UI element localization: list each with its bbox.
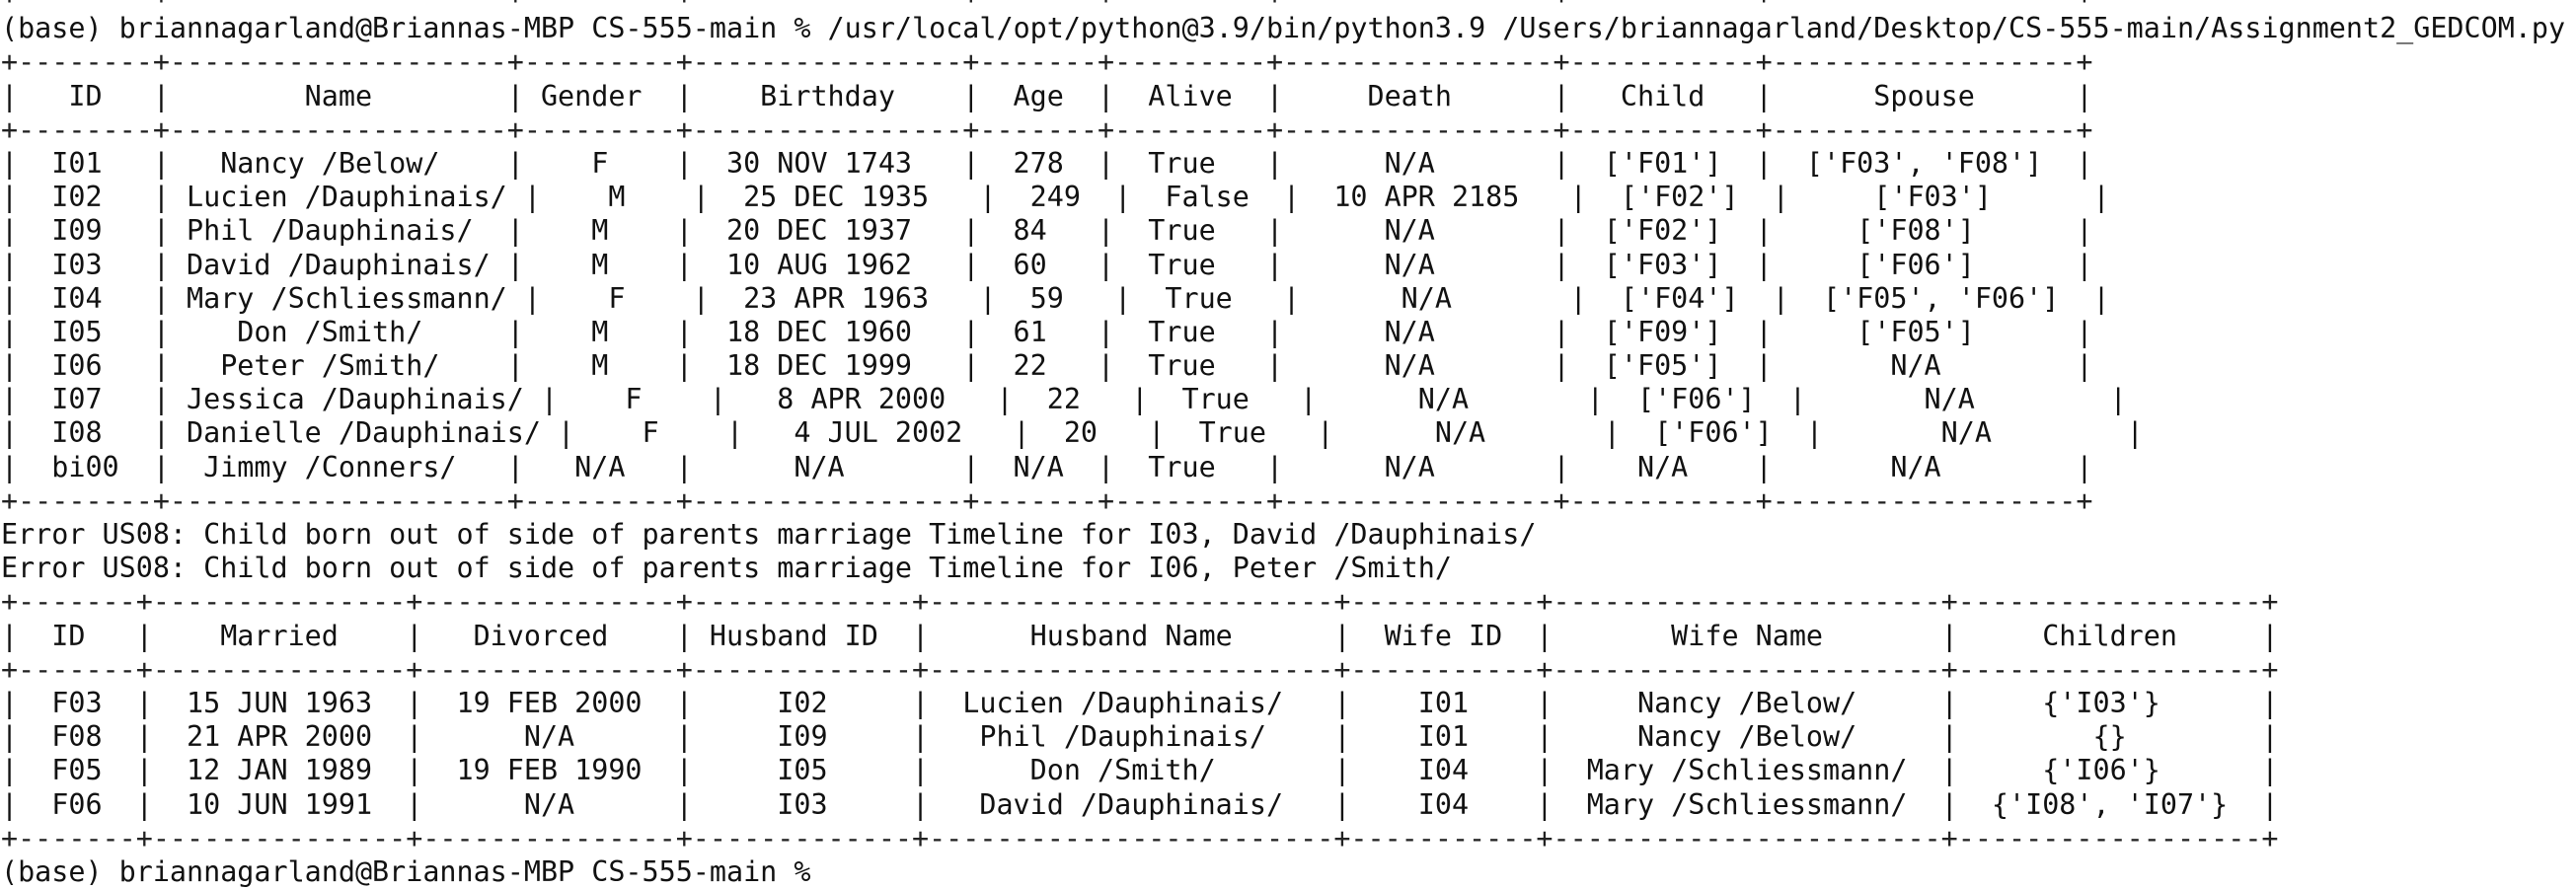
individuals-table: +--------+--------------------+---------… bbox=[1, 45, 2576, 518]
individuals-row: | I05 | Don /Smith/ | M | 18 DEC 1960 | … bbox=[1, 315, 2093, 348]
individuals-border-top: +--------+--------------------+---------… bbox=[1, 0, 2576, 12]
prompt: (base) briannagarland@Briannas-MBP CS-55… bbox=[1, 12, 811, 45]
error-line: Error US08: Child born out of side of pa… bbox=[1, 518, 1537, 551]
families-row: | F06 | 10 JUN 1991 | N/A | I03 | David … bbox=[1, 787, 2279, 821]
terminal-output: +--------+--------------------+---------… bbox=[0, 0, 2576, 889]
individuals-row: | I04 | Mary /Schliessmann/ | F | 23 APR… bbox=[1, 281, 2110, 315]
individuals-row: | I07 | Jessica /Dauphinais/ | F | 8 APR… bbox=[1, 383, 2127, 416]
families-border-header: +-------+---------------+---------------… bbox=[1, 652, 2279, 686]
next-prompt-line[interactable]: (base) briannagarland@Briannas-MBP CS-55… bbox=[1, 855, 2576, 889]
individuals-row: | bi00 | Jimmy /Conners/ | N/A | N/A | N… bbox=[1, 450, 2093, 483]
families-header-row: | ID | Married | Divorced | Husband ID |… bbox=[1, 619, 2279, 652]
individuals-row: | I02 | Lucien /Dauphinais/ | M | 25 DEC… bbox=[1, 181, 2110, 214]
error-messages: Error US08: Child born out of side of pa… bbox=[1, 518, 2576, 585]
individuals-row: | I03 | David /Dauphinais/ | M | 10 AUG … bbox=[1, 248, 2093, 281]
individuals-row: | I06 | Peter /Smith/ | M | 18 DEC 1999 … bbox=[1, 349, 2093, 383]
error-line: Error US08: Child born out of side of pa… bbox=[1, 552, 1452, 585]
command-line: (base) briannagarland@Briannas-MBP CS-55… bbox=[1, 12, 2576, 45]
individuals-row: | I01 | Nancy /Below/ | F | 30 NOV 1743 … bbox=[1, 146, 2093, 180]
individuals-row: | I08 | Danielle /Dauphinais/ | F | 4 JU… bbox=[1, 416, 2144, 450]
individuals-border-header: +--------+--------------------+---------… bbox=[1, 112, 2093, 146]
individuals-header-row: | ID | Name | Gender | Birthday | Age | … bbox=[1, 79, 2093, 112]
individuals-border-top: +--------+--------------------+---------… bbox=[1, 45, 2093, 79]
individuals-border-bottom: +--------+--------------------+---------… bbox=[1, 483, 2093, 517]
families-border-top: +-------+---------------+---------------… bbox=[1, 585, 2279, 619]
families-row: | F05 | 12 JAN 1989 | 19 FEB 1990 | I05 … bbox=[1, 754, 2279, 787]
command-text: /usr/local/opt/python@3.9/bin/python3.9 … bbox=[827, 12, 2566, 45]
individuals-row: | I09 | Phil /Dauphinais/ | M | 20 DEC 1… bbox=[1, 214, 2093, 248]
families-row: | F03 | 15 JUN 1963 | 19 FEB 2000 | I02 … bbox=[1, 686, 2279, 719]
next-prompt: (base) briannagarland@Briannas-MBP CS-55… bbox=[1, 854, 811, 888]
families-border-bottom: +-------+---------------+---------------… bbox=[1, 821, 2279, 854]
families-table: +-------+---------------+---------------… bbox=[1, 585, 2576, 855]
families-row: | F08 | 21 APR 2000 | N/A | I09 | Phil /… bbox=[1, 720, 2279, 754]
